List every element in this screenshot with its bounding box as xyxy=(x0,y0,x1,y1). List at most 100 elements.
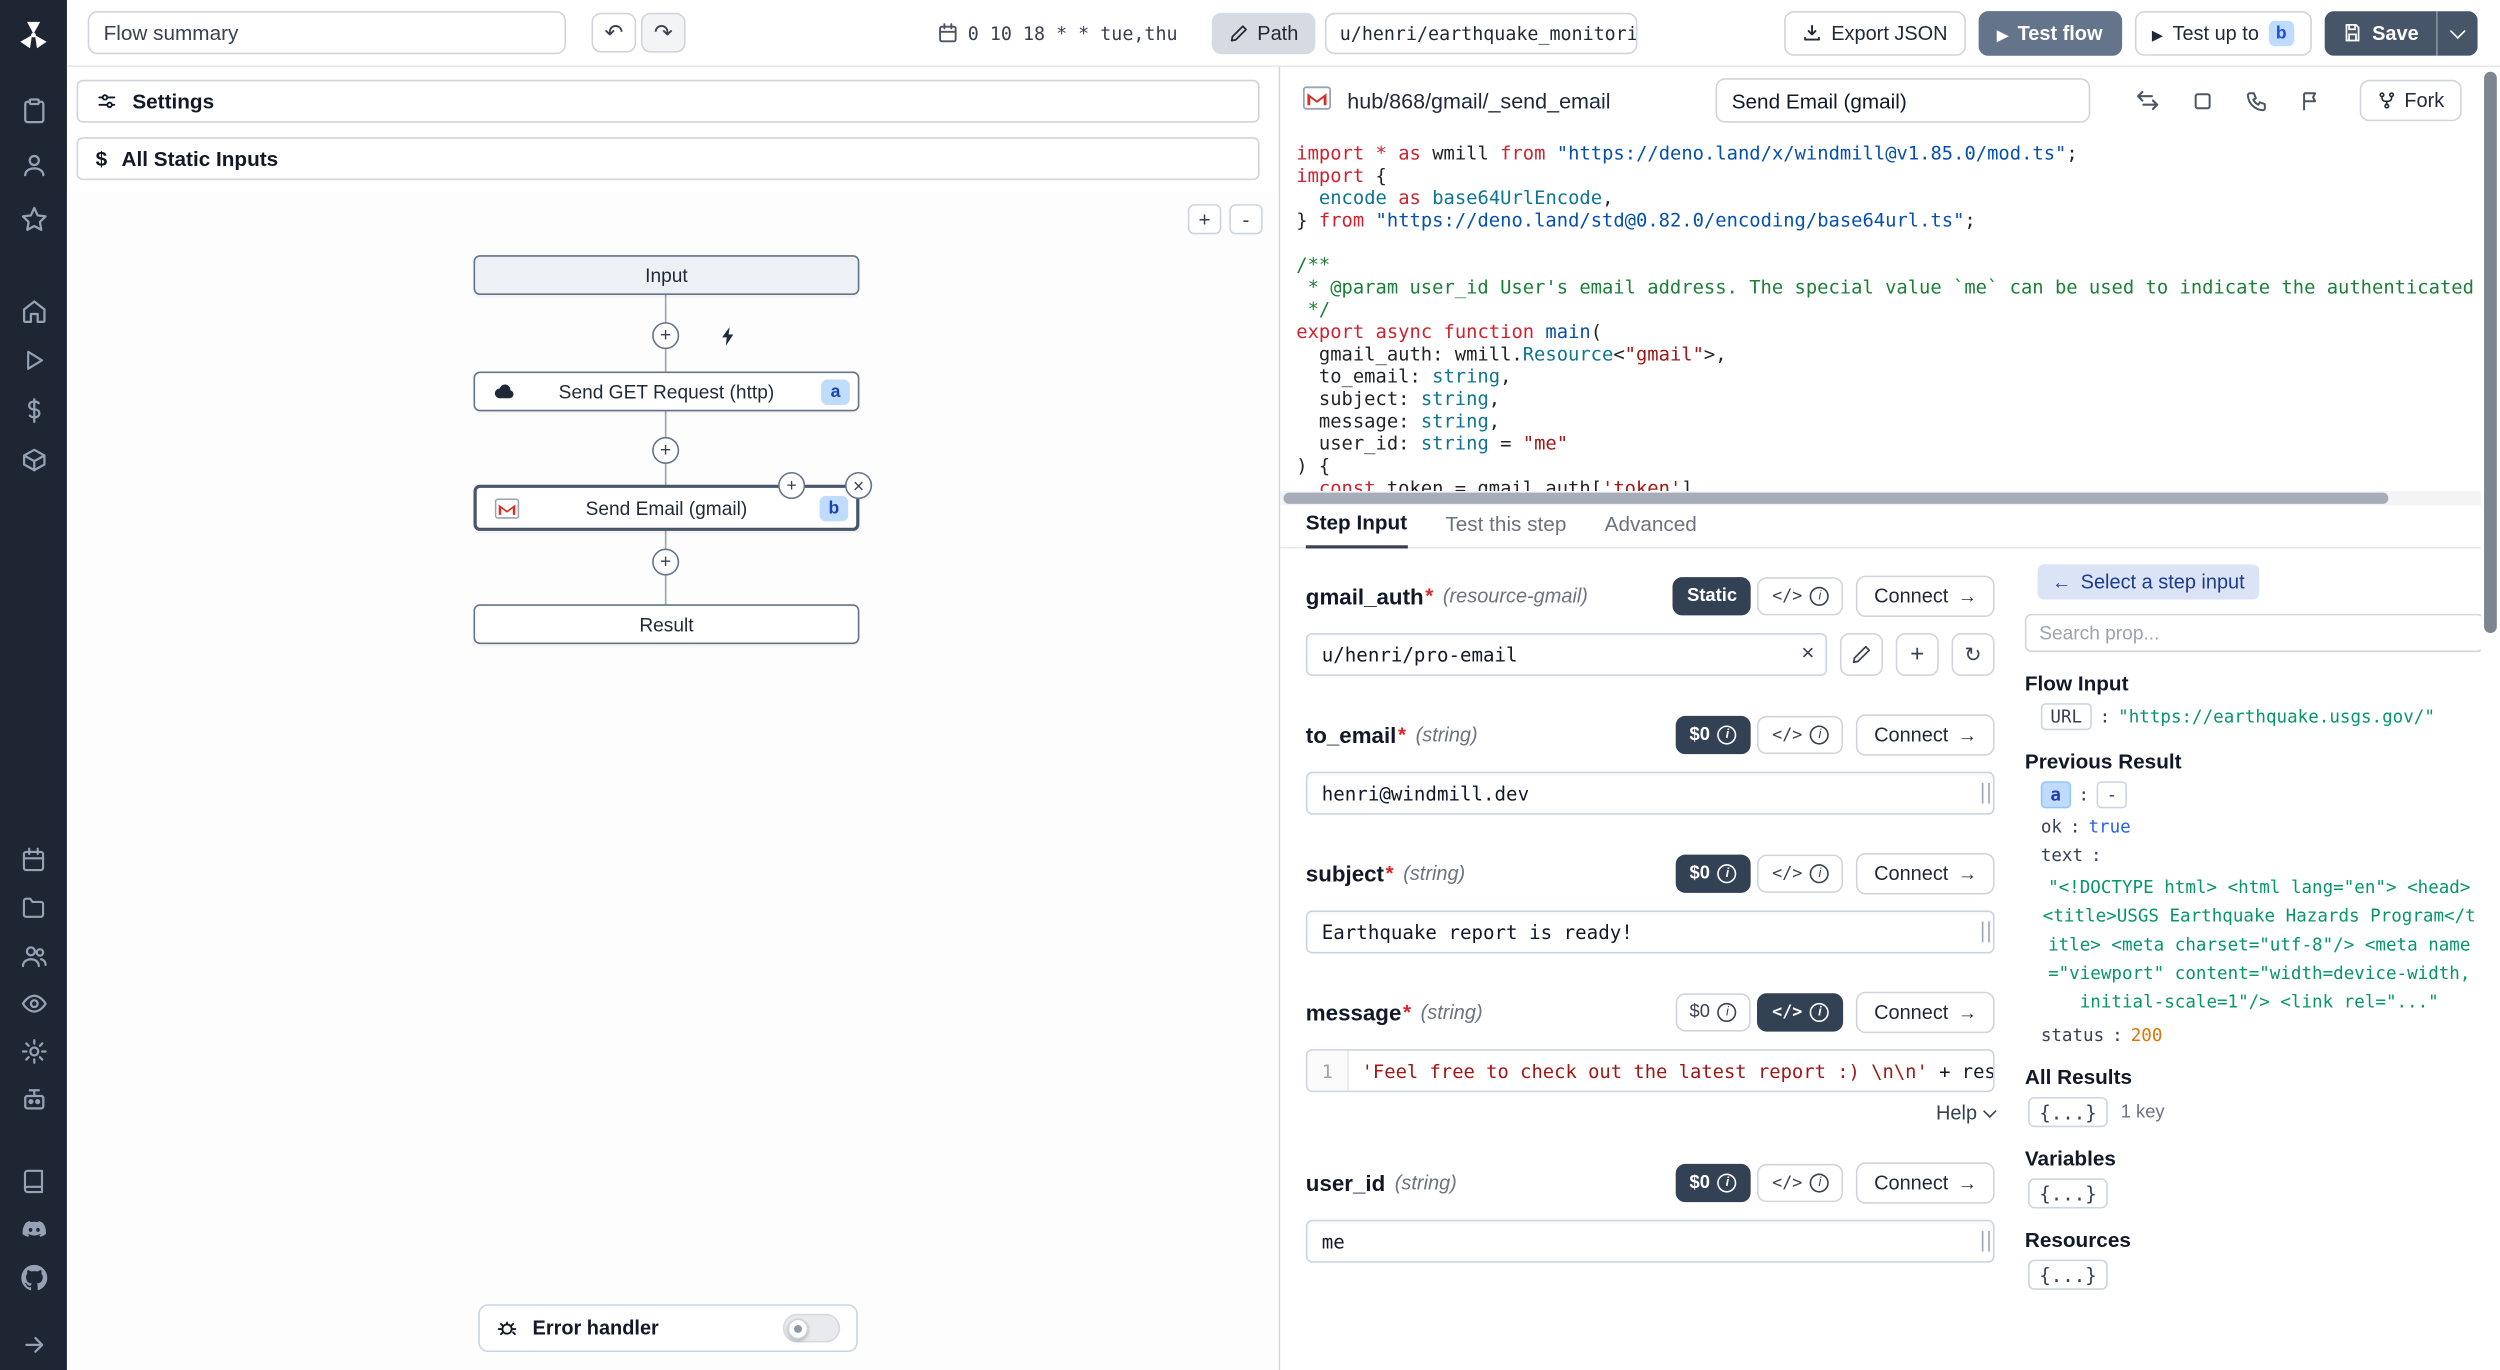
flow-path[interactable]: u/henri/earthquake_monitorin xyxy=(1325,12,1638,53)
connect-button[interactable]: Connect xyxy=(1857,852,1995,893)
arrow-right-icon[interactable] xyxy=(19,1330,48,1359)
prop-key-url[interactable]: URL xyxy=(2041,703,2092,730)
select-step-input-button[interactable]: Select a step input xyxy=(2038,564,2259,599)
edit-resource-button[interactable] xyxy=(1840,633,1883,676)
horizontal-scrollbar[interactable] xyxy=(1283,493,2388,504)
clipboard-icon[interactable] xyxy=(19,96,48,125)
calendar-icon[interactable] xyxy=(19,845,48,874)
square-icon[interactable] xyxy=(2190,87,2216,114)
node-http[interactable]: Send GET Request (http) a xyxy=(474,371,860,411)
flag-icon[interactable] xyxy=(2299,87,2325,114)
box-icon[interactable] xyxy=(19,445,48,474)
message-expression-editor[interactable]: 1 'Feel free to check out the latest rep… xyxy=(1306,1049,1995,1092)
code-mode-button[interactable] xyxy=(1758,993,1844,1031)
step-name-input[interactable] xyxy=(1716,78,2091,123)
connect-button[interactable]: Connect xyxy=(1857,991,1995,1032)
static-mode-button[interactable]: $0 xyxy=(1675,715,1751,753)
resize-grip[interactable] xyxy=(1982,783,1990,804)
delete-step-button[interactable] xyxy=(845,472,872,499)
save-dropdown-button[interactable] xyxy=(2436,10,2477,55)
fork-button[interactable]: Fork xyxy=(2360,80,2462,121)
phone-icon[interactable] xyxy=(2244,87,2270,114)
vertical-scrollbar[interactable] xyxy=(2484,72,2497,633)
add-resource-button[interactable] xyxy=(1896,633,1939,676)
code-mode-button[interactable] xyxy=(1758,576,1844,614)
star-icon[interactable] xyxy=(19,204,48,233)
gear-icon[interactable] xyxy=(19,1036,48,1065)
clear-icon[interactable] xyxy=(1801,639,1814,665)
swap-icon[interactable] xyxy=(2135,87,2161,114)
play-icon[interactable] xyxy=(19,346,48,375)
static-mode-button[interactable]: Static xyxy=(1673,576,1752,614)
add-step-button[interactable] xyxy=(652,322,679,349)
prop-value-status[interactable]: 200 xyxy=(2131,1025,2163,1046)
robot-icon[interactable] xyxy=(19,1084,48,1113)
redo-button[interactable] xyxy=(641,13,686,53)
user-icon[interactable] xyxy=(19,150,48,179)
prop-value-url[interactable]: "https://earthquake.usgs.gov/" xyxy=(2118,706,2435,727)
error-handler-toggle[interactable] xyxy=(783,1314,840,1343)
to-email-input[interactable] xyxy=(1306,772,1995,815)
connect-button[interactable]: Connect xyxy=(1857,1162,1995,1203)
zoom-in-button[interactable]: + xyxy=(1188,204,1221,234)
prop-key-text[interactable]: text xyxy=(2041,845,2083,866)
static-mode-button[interactable]: $0 xyxy=(1675,1163,1751,1201)
static-mode-button[interactable]: $0 xyxy=(1675,993,1751,1031)
github-icon[interactable] xyxy=(19,1263,48,1292)
move-step-button[interactable] xyxy=(778,472,805,499)
windmill-logo[interactable] xyxy=(14,16,52,54)
code-mode-button[interactable] xyxy=(1758,1163,1844,1201)
add-step-button[interactable] xyxy=(652,548,679,575)
export-json-button[interactable]: Export JSON xyxy=(1783,10,1965,55)
subject-input[interactable] xyxy=(1306,910,1995,953)
help-link[interactable]: Help xyxy=(1306,1102,1995,1124)
save-button[interactable]: Save xyxy=(2324,10,2436,55)
prop-key-status[interactable]: status xyxy=(2041,1025,2104,1046)
node-input[interactable]: Input xyxy=(474,255,860,295)
home-icon[interactable] xyxy=(19,297,48,326)
refresh-resource-button[interactable] xyxy=(1952,633,1995,676)
schedule-display[interactable]: 0 10 18 * * tue,thu xyxy=(938,22,1178,44)
test-flow-button[interactable]: Test flow xyxy=(1978,10,2122,55)
code-mode-button[interactable] xyxy=(1758,854,1844,892)
resources-object-badge[interactable]: {...} xyxy=(2028,1260,2108,1290)
bolt-icon[interactable] xyxy=(714,322,741,349)
tab-advanced[interactable]: Advanced xyxy=(1605,512,1697,547)
tab-step-input[interactable]: Step Input xyxy=(1306,510,1407,548)
gmail-auth-input[interactable] xyxy=(1306,633,1827,676)
connect-button[interactable]: Connect xyxy=(1857,713,1995,754)
error-handler-bar[interactable]: Error handler xyxy=(478,1304,857,1352)
discord-icon[interactable] xyxy=(19,1215,48,1244)
book-icon[interactable] xyxy=(19,1167,48,1196)
undo-button[interactable] xyxy=(592,13,637,53)
dollar-icon[interactable] xyxy=(19,395,48,424)
all-static-inputs-bar[interactable]: All Static Inputs xyxy=(77,137,1260,180)
connect-button[interactable]: Connect xyxy=(1857,575,1995,616)
folder-icon[interactable] xyxy=(19,893,48,922)
settings-bar[interactable]: Settings xyxy=(77,80,1260,123)
code-editor[interactable]: import * as wmill from "https://deno.lan… xyxy=(1280,134,2481,491)
prop-search-input[interactable] xyxy=(2025,614,2484,652)
tab-test-this-step[interactable]: Test this step xyxy=(1445,512,1566,547)
static-mode-button[interactable]: $0 xyxy=(1675,854,1751,892)
user-id-input[interactable] xyxy=(1306,1220,1995,1263)
code-mode-button[interactable] xyxy=(1758,715,1844,753)
flow-summary-input[interactable] xyxy=(88,11,566,54)
zoom-out-button[interactable]: - xyxy=(1229,204,1262,234)
test-up-to-button[interactable]: Test up to b xyxy=(2134,10,2311,55)
prop-value-a[interactable]: - xyxy=(2097,781,2127,808)
eye-icon[interactable] xyxy=(19,989,48,1018)
prop-key-a[interactable]: a xyxy=(2041,781,2071,808)
users-icon[interactable] xyxy=(19,941,48,970)
prop-key-ok[interactable]: ok xyxy=(2041,816,2062,837)
variables-object-badge[interactable]: {...} xyxy=(2028,1178,2108,1208)
all-results-object-badge[interactable]: {...} xyxy=(2028,1097,2108,1127)
path-button[interactable]: Path xyxy=(1211,12,1316,53)
prop-value-ok[interactable]: true xyxy=(2088,816,2130,837)
node-result[interactable]: Result xyxy=(474,604,860,644)
add-step-button[interactable] xyxy=(652,437,679,464)
prop-value-text[interactable]: "<!DOCTYPE html> <html lang="en"> <head>… xyxy=(2041,874,2478,1017)
flow-canvas[interactable]: + - Input Send GET Request (http) a Send… xyxy=(67,191,1279,1370)
resize-grip[interactable] xyxy=(1982,922,1990,943)
resize-grip[interactable] xyxy=(1982,1231,1990,1252)
